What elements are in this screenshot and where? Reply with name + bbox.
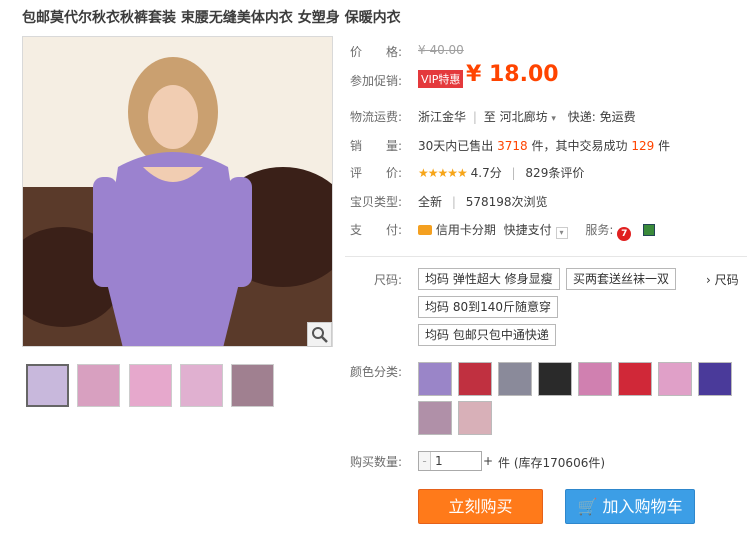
- price-label: 价 格:: [350, 45, 403, 59]
- color-label: 颜色分类:: [350, 365, 403, 379]
- quantity-input[interactable]: 1: [435, 454, 443, 468]
- main-product-image[interactable]: [22, 36, 333, 347]
- size-label: 尺码:: [374, 273, 403, 287]
- quantity-increase[interactable]: +: [483, 454, 493, 468]
- type-value: 全新: [418, 195, 443, 209]
- credit-installment[interactable]: 信用卡分期: [436, 223, 496, 237]
- type-info: 全新 | 578198次浏览: [418, 193, 548, 210]
- size-option-1[interactable]: 均码 弹性超大 修身显瘦: [418, 268, 560, 290]
- credit-card-icon: [418, 225, 432, 235]
- payment-label: 支 付:: [350, 223, 403, 237]
- guarantee-icon[interactable]: [643, 224, 656, 236]
- sales-info: 30天内已售出 3718 件，其中交易成功 129 件: [418, 137, 670, 154]
- view-count: 578198次浏览: [465, 195, 548, 209]
- thumbnail-5[interactable]: [231, 364, 274, 407]
- thumbnail-2[interactable]: [77, 364, 120, 407]
- size-option-2[interactable]: 买两套送丝袜一双: [566, 268, 677, 290]
- stock-info: 件 (库存170606件): [498, 454, 605, 471]
- color-swatch[interactable]: [618, 362, 652, 396]
- color-swatch[interactable]: [458, 401, 492, 435]
- sales-count: 3718: [497, 139, 528, 153]
- thumbnail-4[interactable]: [180, 364, 223, 407]
- color-swatch[interactable]: [498, 362, 532, 396]
- model-illustration: [23, 37, 332, 346]
- sales-suffix: 件: [658, 139, 671, 153]
- color-swatch[interactable]: [658, 362, 692, 396]
- color-swatch[interactable]: [698, 362, 732, 396]
- color-swatch[interactable]: [418, 401, 452, 435]
- currency-symbol: ¥: [466, 62, 482, 87]
- rating-score: 4.7分: [470, 166, 502, 180]
- sales-mid: 件，其中交易成功: [531, 139, 628, 153]
- promo-price: ¥ 18.00: [466, 62, 559, 87]
- color-swatch[interactable]: [458, 362, 492, 396]
- size-option-4[interactable]: 均码 包邮只包中通快递: [418, 324, 556, 346]
- sales-success: 129: [631, 139, 655, 153]
- vip-badge: VIP特惠: [418, 70, 464, 88]
- quantity-stepper[interactable]: - 1 +: [418, 451, 493, 471]
- size-option-3[interactable]: 均码 80到140斤随意穿: [418, 296, 558, 318]
- add-to-cart-label: 加入购物车: [602, 497, 683, 516]
- color-swatch[interactable]: [578, 362, 612, 396]
- shipping-from: 浙江金华: [418, 110, 467, 124]
- original-price: ¥ 40.00: [418, 43, 464, 57]
- review-count-link[interactable]: 829条评价: [525, 166, 584, 180]
- add-to-cart-button[interactable]: 🛒 加入购物车: [565, 489, 695, 524]
- sales-label: 销 量:: [350, 139, 403, 153]
- zoom-icon[interactable]: [307, 322, 332, 347]
- decrease-button[interactable]: -: [419, 452, 431, 470]
- sales-prefix: 30天内已售出: [418, 139, 494, 153]
- promo-label: 参加促销:: [350, 74, 403, 88]
- service-label: 服务:: [585, 223, 614, 237]
- cart-icon: 🛒: [577, 497, 598, 516]
- quantity-label: 购买数量:: [350, 455, 403, 469]
- size-chart-link[interactable]: › 尺码: [706, 271, 739, 288]
- star-icon: ★★★★★: [418, 166, 468, 180]
- seven-day-return-icon[interactable]: 7: [617, 227, 632, 241]
- section-divider: [345, 256, 747, 257]
- dropdown-icon[interactable]: ▾: [555, 227, 568, 239]
- color-swatch[interactable]: [418, 362, 452, 396]
- shipping-label: 物流运费:: [350, 110, 403, 124]
- type-label: 宝贝类型:: [350, 195, 403, 209]
- rating-sep: |: [511, 166, 516, 180]
- color-swatch[interactable]: [538, 362, 572, 396]
- product-title: 包邮莫代尔秋衣秋裤套装 束腰无缝美体内衣 女塑身 保暖内衣: [22, 10, 401, 26]
- thumbnail-1[interactable]: [26, 364, 69, 407]
- type-sep: |: [451, 195, 456, 209]
- shipping-sep: 至: [483, 110, 496, 124]
- shipping-to[interactable]: 河北廊坊: [500, 110, 548, 124]
- buy-now-button[interactable]: 立刻购买: [418, 489, 543, 524]
- quantity-unit: 件: [498, 456, 511, 470]
- payment-info: 信用卡分期 快捷支付 ▾ 服务: 7: [418, 221, 656, 241]
- thumbnail-3[interactable]: [129, 364, 172, 407]
- stock-count: (库存170606件): [513, 456, 606, 470]
- quick-pay[interactable]: 快捷支付: [504, 223, 552, 237]
- shipping-fee: 快递: 免运费: [567, 110, 636, 124]
- shipping-info: 浙江金华 | 至 河北廊坊 ▾ 快递: 免运费: [418, 110, 636, 124]
- rating-info: ★★★★★ 4.7分 | 829条评价: [418, 164, 584, 181]
- rating-label: 评 价:: [350, 166, 403, 180]
- promo-price-value: 18.00: [488, 62, 559, 87]
